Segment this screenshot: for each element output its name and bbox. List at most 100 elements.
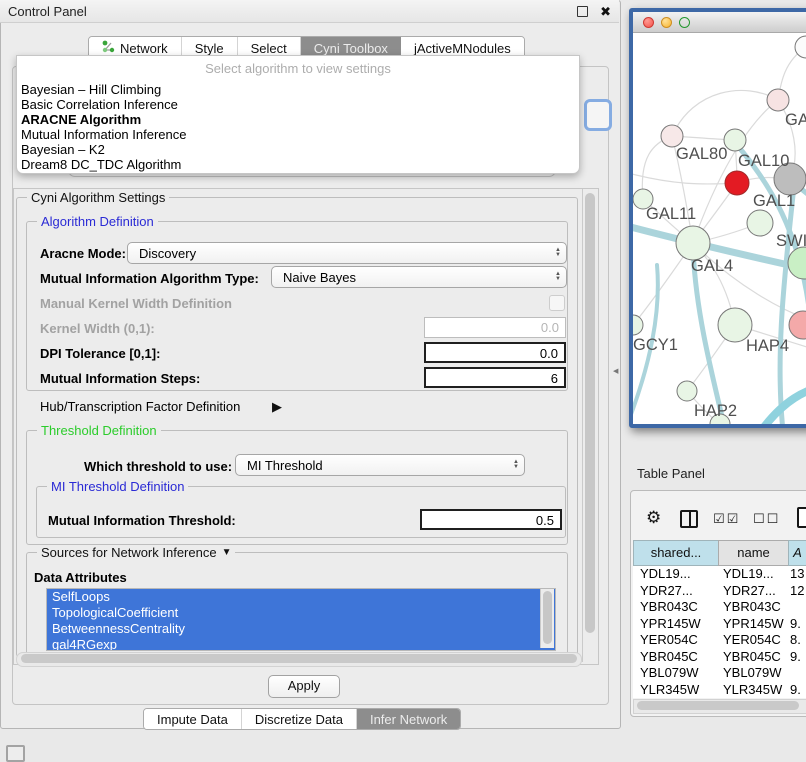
tab-style-label: Style	[195, 41, 224, 56]
dropdown-item-selected[interactable]: ARACNE Algorithm	[17, 112, 579, 127]
column-header-shared-name[interactable]: shared...	[633, 540, 718, 566]
attribute-item-selected[interactable]: SelfLoops	[47, 589, 555, 605]
settings-hscroll-thumb[interactable]	[21, 654, 577, 663]
network-canvas[interactable]: GAL GAL80 GAL10 GAL1 GAL11 GAL4 SWI4 GCY…	[633, 33, 806, 425]
tab-infer-network[interactable]: Infer Network	[357, 709, 460, 729]
node-label: SWI4	[776, 232, 806, 250]
network-icon	[102, 40, 115, 56]
attribute-item-selected[interactable]: BetweennessCentrality	[47, 621, 555, 637]
gear-icon[interactable]: ⚙	[646, 508, 661, 528]
table-row[interactable]: YBR045C YBR045C 9.	[633, 649, 806, 666]
zoom-traffic-light-icon[interactable]	[679, 17, 690, 28]
attribute-item-selected[interactable]: TopologicalCoefficient	[47, 605, 555, 621]
mi-steps-field[interactable]: 6	[424, 367, 566, 388]
close-icon[interactable]: ✖	[600, 7, 611, 16]
node-label: GAL10	[738, 152, 789, 170]
column-header-label: shared...	[651, 545, 702, 560]
mi-algorithm-type-label: Mutual Information Algorithm Type:	[40, 271, 259, 286]
cyni-bottom-tabbar: Impute Data Discretize Data Infer Networ…	[143, 708, 461, 730]
node-gal80[interactable]	[661, 125, 683, 147]
aracne-mode-label: Aracne Mode:	[40, 246, 126, 261]
cell-shared-name: YER054C	[640, 632, 720, 647]
column-header-name[interactable]: name	[718, 540, 788, 566]
dropdown-item[interactable]: Bayesian – Hill Climbing	[17, 82, 579, 97]
apply-button[interactable]: Apply	[268, 675, 340, 698]
aracne-mode-value: Discovery	[128, 246, 550, 261]
cell-name: YBL079W	[723, 665, 789, 680]
node-swi4[interactable]	[788, 247, 806, 279]
mi-threshold-label: Mutual Information Threshold:	[48, 513, 236, 528]
node-label: GAL1	[753, 192, 795, 210]
settings-vertical-scrollbar[interactable]	[582, 189, 597, 662]
node-hap2[interactable]	[677, 381, 697, 401]
node-label: GCY1	[633, 336, 678, 354]
node-gal4[interactable]	[676, 226, 710, 260]
attributes-scrollbar-thumb[interactable]	[543, 591, 552, 644]
new-column-icon[interactable]	[797, 507, 806, 528]
mi-steps-label: Mutual Information Steps:	[40, 371, 200, 386]
cell-value: 12	[790, 583, 806, 598]
tab-discretize-data-label: Discretize Data	[255, 712, 343, 727]
dpi-tolerance-value: 0.0	[540, 346, 558, 361]
table-row[interactable]: YBL079W YBL079W	[633, 665, 806, 682]
mi-algorithm-type-combo[interactable]: Naive Bayes ▲▼	[271, 266, 567, 288]
cell-name: YBR045C	[723, 649, 789, 664]
cell-name: YDR27...	[723, 583, 789, 598]
node-red-selected[interactable]	[725, 171, 749, 195]
manual-kernel-width-checkbox	[549, 295, 565, 311]
minimize-traffic-light-icon[interactable]	[661, 17, 672, 28]
mi-algorithm-type-value: Naive Bayes	[272, 270, 550, 285]
dropdown-item[interactable]: Basic Correlation Inference	[17, 97, 579, 112]
cell-name: YDL19...	[723, 566, 789, 581]
dpi-tolerance-label: DPI Tolerance [0,1]:	[40, 346, 160, 361]
which-threshold-combo[interactable]: MI Threshold ▲▼	[235, 454, 525, 476]
node-pink2[interactable]	[789, 311, 806, 339]
table-horizontal-scrollbar[interactable]	[633, 699, 806, 714]
deselect-all-columns-icon[interactable]: ☐☐	[753, 511, 780, 527]
attribute-item-selected[interactable]: gal4RGexp	[47, 637, 555, 651]
data-attributes-list: SelfLoops TopologicalCoefficient Between…	[46, 588, 556, 651]
network-view-window[interactable]: GAL GAL80 GAL10 GAL1 GAL11 GAL4 SWI4 GCY…	[629, 8, 806, 428]
table-body: YDL19... YDL19... 13 YDR27... YDR27... 1…	[633, 566, 806, 698]
dropdown-item[interactable]: Mutual Information Inference	[17, 127, 579, 142]
dropdown-item[interactable]: Dream8 DC_TDC Algorithm	[17, 157, 579, 172]
hub-section-expand-icon[interactable]: ▶	[272, 399, 282, 415]
sources-collapse-icon[interactable]: ▼	[222, 547, 232, 558]
tab-discretize-data[interactable]: Discretize Data	[242, 709, 357, 729]
combo-spinner-icon: ▲▼	[508, 460, 524, 470]
dpi-tolerance-field[interactable]: 0.0	[424, 342, 566, 363]
mi-threshold-field[interactable]: 0.5	[420, 509, 562, 530]
cell-name: YER054C	[723, 632, 789, 647]
table-row[interactable]: YBR043C YBR043C	[633, 599, 806, 616]
select-all-columns-icon[interactable]: ☑☑	[713, 511, 740, 527]
node-gcy1[interactable]	[633, 315, 643, 335]
attributes-list-scrollbar[interactable]	[540, 589, 554, 648]
table-hscroll-thumb[interactable]	[637, 701, 799, 710]
sources-group-title: Sources for Network Inference	[41, 545, 217, 560]
combo-spinner-icon: ▲▼	[550, 248, 566, 258]
collapsed-panel-icon[interactable]	[6, 745, 25, 762]
node-gal1[interactable]	[747, 210, 773, 236]
table-row[interactable]: YDR27... YDR27... 12	[633, 583, 806, 600]
table-row[interactable]: YER054C YER054C 8.	[633, 632, 806, 649]
column-header-partial[interactable]: A	[788, 540, 806, 566]
settings-vscroll-thumb[interactable]	[585, 193, 595, 633]
table-row[interactable]: YLR345W YLR345W 9.	[633, 682, 806, 699]
node-label: GAL80	[676, 145, 727, 163]
table-row[interactable]: YPR145W YPR145W 9.	[633, 616, 806, 633]
hub-section-title: Hub/Transcription Factor Definition	[40, 399, 240, 414]
node-gal-pink[interactable]	[767, 89, 789, 111]
aracne-mode-combo[interactable]: Discovery ▲▼	[127, 242, 567, 264]
application-root: Control Panel ✖ Network Style Select Cyn…	[0, 0, 806, 762]
kernel-width-value: 0.0	[541, 320, 559, 335]
panel-divider-arrow[interactable]: ◀	[613, 367, 618, 375]
tab-impute-data[interactable]: Impute Data	[144, 709, 242, 729]
mi-steps-value: 6	[551, 371, 558, 386]
dropdown-item[interactable]: Bayesian – K2	[17, 142, 579, 157]
close-traffic-light-icon[interactable]	[643, 17, 654, 28]
split-columns-icon[interactable]	[680, 510, 698, 528]
table-row[interactable]: YDL19... YDL19... 13	[633, 566, 806, 583]
algorithm-combo-focus-fragment[interactable]	[584, 99, 612, 131]
settings-horizontal-scrollbar[interactable]	[16, 652, 582, 667]
float-window-icon[interactable]	[577, 6, 588, 17]
